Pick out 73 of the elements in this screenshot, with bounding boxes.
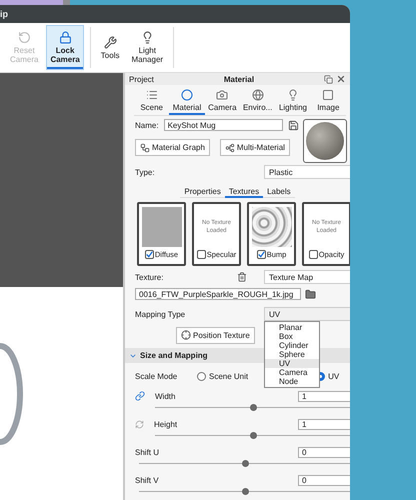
file-field[interactable]: 0016_FTW_PurpleSparkle_ROUGH_1k.jpg <box>135 288 301 300</box>
slider-thumb[interactable] <box>250 404 256 411</box>
sub-tab[interactable]: Properties <box>180 185 225 198</box>
dropdown-option[interactable]: Box <box>265 332 319 341</box>
sub-tab[interactable]: Labels <box>263 185 295 198</box>
panel-tab[interactable]: Image <box>310 85 346 115</box>
type-dropdown[interactable]: Plastic <box>264 165 350 179</box>
window-title: ip <box>0 9 8 19</box>
panel-tab[interactable]: Lighting <box>275 85 311 115</box>
mapping-dropdown[interactable]: UV <box>264 307 350 321</box>
checkbox[interactable] <box>144 250 154 259</box>
sub-tab[interactable]: Textures <box>224 185 264 198</box>
lightbulb-icon <box>286 88 299 100</box>
project-label: Project <box>129 74 154 84</box>
circle-icon <box>180 88 193 100</box>
dropdown-option[interactable]: Node <box>265 377 319 386</box>
panel-tab[interactable]: Camera <box>204 85 240 115</box>
value-field[interactable]: 1 <box>298 390 350 402</box>
lightbulb-icon <box>140 31 154 44</box>
trash-icon[interactable] <box>237 272 247 282</box>
slider-thumb[interactable] <box>242 460 248 467</box>
camera-icon <box>216 88 228 100</box>
wrench-icon <box>104 36 117 48</box>
value-field[interactable]: 0 <box>298 446 350 458</box>
toolbar-button[interactable]: Tools <box>96 25 124 70</box>
type-label: Type: <box>135 168 155 176</box>
name-label: Name: <box>135 120 159 130</box>
slider-thumb[interactable] <box>242 488 248 495</box>
panel-tab[interactable]: Enviro... <box>240 85 276 115</box>
folder-icon[interactable] <box>305 288 316 300</box>
graph-icon <box>140 142 150 152</box>
slider-label: Shift V <box>135 476 159 484</box>
texture-thumbnail <box>252 207 292 247</box>
material-graph-button[interactable]: Material Graph <box>135 139 210 156</box>
dropdown-option[interactable]: Planar <box>265 323 319 332</box>
dropdown-option[interactable]: Sphere <box>265 350 319 359</box>
globe-icon <box>252 88 264 100</box>
dropdown-option[interactable]: Cylinder <box>265 341 319 350</box>
dropdown-option[interactable]: Camera <box>265 368 319 377</box>
checkbox[interactable] <box>256 250 266 259</box>
panel-tab[interactable]: Scene <box>134 85 170 115</box>
panel-tab[interactable]: Material <box>169 85 205 115</box>
mapping-type-label: Mapping Type <box>135 310 186 318</box>
texture-dropdown[interactable]: Texture Map <box>264 270 350 284</box>
radio-label: UV <box>328 372 340 381</box>
slider-label: Height <box>154 420 178 428</box>
toolbar-button[interactable]: Light Manager <box>127 25 168 70</box>
value-field[interactable]: 1 <box>298 418 350 430</box>
link-icon[interactable] <box>135 391 145 401</box>
radio-label: Scene Unit <box>209 372 248 381</box>
position-texture-button[interactable]: Position Texture <box>176 326 255 344</box>
slider-label: Width <box>155 392 176 400</box>
close-icon[interactable] <box>336 74 346 84</box>
scale-mode-label: Scale Mode <box>135 372 178 381</box>
radio-button[interactable] <box>197 372 206 381</box>
slider-label: Shift U <box>135 448 160 456</box>
lock-icon <box>58 31 72 44</box>
slider-thumb[interactable] <box>250 432 256 439</box>
texture-thumbnail <box>142 207 182 247</box>
restore-icon[interactable] <box>324 74 333 84</box>
checkbox[interactable] <box>308 250 318 259</box>
checkbox[interactable] <box>196 250 206 259</box>
dropdown-option[interactable]: UV <box>265 359 319 368</box>
texture-label: Texture: <box>135 272 164 282</box>
value-field[interactable]: 0 <box>298 474 350 486</box>
toolbar-button[interactable]: Lock Camera <box>46 25 84 70</box>
name-field[interactable]: KeyShot Mug <box>164 119 283 131</box>
save-icon[interactable] <box>288 120 299 130</box>
crosshair-icon <box>181 330 191 340</box>
fork-icon <box>224 142 235 152</box>
multi-material-button[interactable]: Multi-Material <box>220 139 290 156</box>
square-icon <box>322 88 334 100</box>
panel-title: Material <box>222 74 256 84</box>
